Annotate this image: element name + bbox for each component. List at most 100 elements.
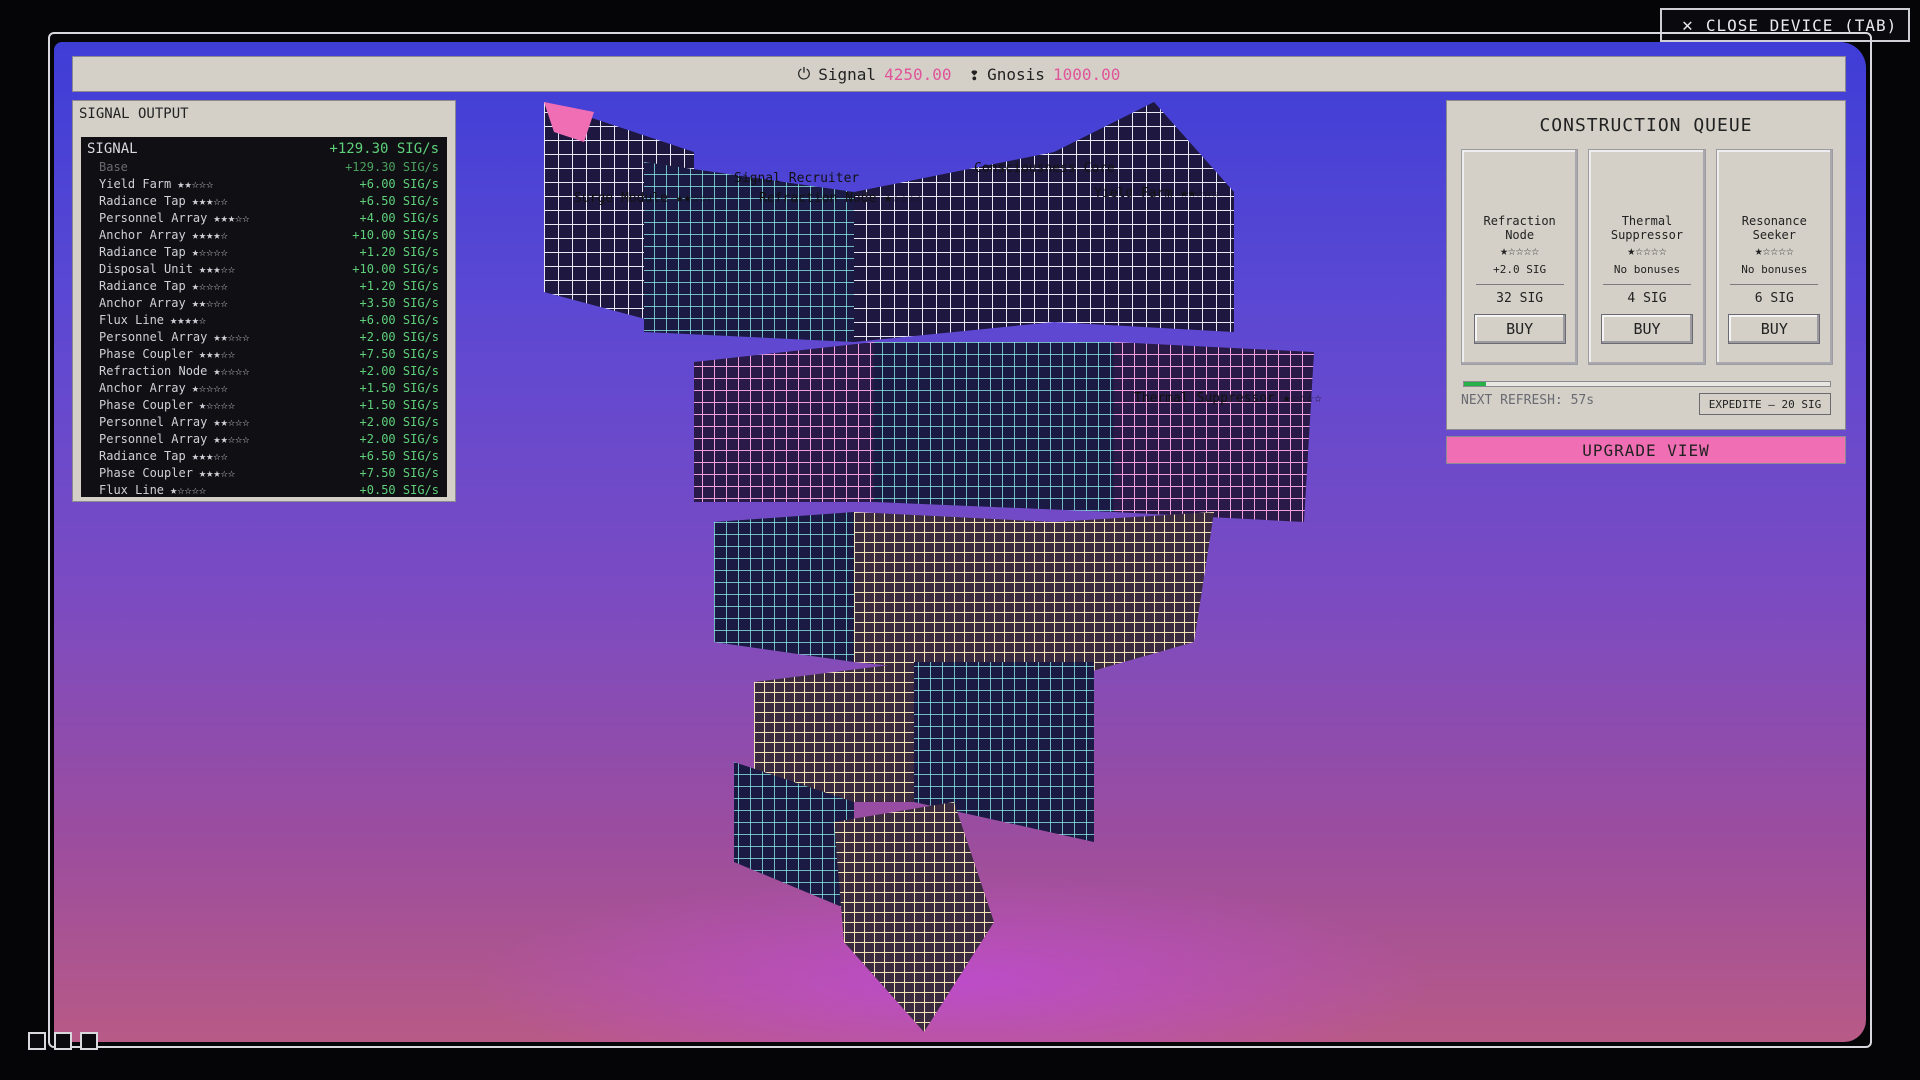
queue-card-stars: ★☆☆☆☆ (1754, 244, 1794, 259)
signal-row: Phase Coupler ★★★☆☆ +7.50 SIG/s (87, 346, 439, 363)
queue-card-stars: ★☆☆☆☆ (1627, 244, 1667, 259)
queue-card: Resonance Seeker ★☆☆☆☆ No bonuses 6 SIG BUY (1715, 149, 1833, 365)
label-refraction-node: Refraction Node ★☆☆☆☆ (759, 191, 924, 206)
signal-row: Radiance Tap ★★★☆☆ +6.50 SIG/s (87, 193, 439, 210)
signal-row: Radiance Tap ★★★☆☆ +6.50 SIG/s (87, 448, 439, 465)
signal-row-rate: +6.00 SIG/s (359, 177, 439, 191)
building-block[interactable] (694, 342, 874, 502)
signal-row-rate: +7.50 SIG/s (359, 347, 439, 361)
signal-row-rate: +1.20 SIG/s (359, 245, 439, 259)
window-taskbar (28, 1032, 98, 1050)
signal-row: Radiance Tap ★☆☆☆☆ +1.20 SIG/s (87, 244, 439, 261)
signal-row-name: Radiance Tap (99, 245, 186, 259)
gnosis-label: Gnosis (987, 64, 1045, 84)
buy-button[interactable]: BUY (1473, 314, 1566, 344)
signal-row: Disposal Unit ★★★☆☆ +10.00 SIG/s (87, 261, 439, 278)
upgrade-view-button[interactable]: UPGRADE VIEW (1446, 436, 1846, 464)
building-block[interactable] (1114, 342, 1314, 522)
signal-row-name: Radiance Tap (99, 279, 186, 293)
signal-row-rate: +1.50 SIG/s (359, 398, 439, 412)
queue-card-name-line2: Seeker (1752, 228, 1796, 242)
signal-row: Personnel Array ★★☆☆☆ +2.00 SIG/s (87, 329, 439, 346)
label-surge-module: Surge Module ★★☆☆☆ (574, 191, 715, 206)
signal-row-stars: ★★☆☆☆ (213, 432, 250, 446)
signal-header-label: SIGNAL (87, 141, 138, 157)
label-signal-recruiter: Signal Recruiter (734, 171, 859, 186)
signal-row-stars: ★☆☆☆☆ (213, 364, 250, 378)
signal-row-stars: ★★☆☆☆ (213, 330, 250, 344)
taskbar-window-2[interactable] (54, 1032, 72, 1050)
building-block[interactable] (644, 162, 854, 342)
building-block[interactable] (854, 512, 1054, 682)
building-block[interactable] (874, 342, 1114, 512)
taskbar-window-3[interactable] (80, 1032, 98, 1050)
building-block[interactable] (1054, 512, 1214, 682)
signal-row-name: Radiance Tap (99, 449, 186, 463)
gnosis-value: 1000.00 (1052, 64, 1121, 84)
expedite-button[interactable]: EXPEDITE — 20 SIG (1699, 393, 1831, 415)
signal-row-stars: ★★☆☆☆ (213, 415, 250, 429)
signal-row-rate: +10.00 SIG/s (352, 262, 439, 276)
signal-row-rate: +4.00 SIG/s (359, 211, 439, 225)
signal-row: Flux Line ★☆☆☆☆ +0.50 SIG/s (87, 482, 439, 497)
queue-card-name-line2: Node (1505, 228, 1535, 242)
queue-card-divider (1730, 284, 1819, 285)
signal-row-rate: +6.50 SIG/s (359, 194, 439, 208)
queue-card-stars: ★☆☆☆☆ (1500, 244, 1540, 259)
signal-row-name: Personnel Array (99, 211, 208, 225)
signal-value: 4250.00 (884, 64, 952, 84)
signal-row-name: Flux Line (99, 483, 165, 497)
signal-row-stars: ★★★★☆ (170, 313, 207, 327)
signal-row-stars: ★☆☆☆☆ (191, 245, 228, 259)
queue-card-cost: 32 SIG (1496, 291, 1544, 306)
signal-base-rate: +129.30 SIG/s (345, 160, 439, 174)
resource-bar: ⏻ Signal 4250.00 ❢ Gnosis 1000.00 (72, 56, 1846, 92)
signal-row-stars: ★☆☆☆☆ (191, 279, 228, 293)
queue-card-name-line2: Suppressor (1610, 228, 1684, 242)
gnosis-icon: ❢ (969, 64, 980, 84)
signal-output-title: SIGNAL OUTPUT (79, 106, 189, 122)
queue-card-name-line1: Resonance (1741, 214, 1807, 228)
signal-row-rate: +2.00 SIG/s (359, 432, 439, 446)
signal-base-row: Base +129.30 SIG/s (87, 159, 439, 176)
signal-row-name: Yield Farm (99, 177, 172, 191)
queue-card-name-line1: Thermal (1621, 214, 1673, 228)
signal-output-panel: SIGNAL OUTPUT SIGNAL +129.30 SIG/s Base … (72, 100, 456, 502)
signal-row-name: Disposal Unit (99, 262, 193, 276)
signal-row-name: Personnel Array (99, 330, 208, 344)
building-block[interactable] (714, 512, 854, 662)
signal-row-name: Anchor Array (99, 228, 186, 242)
queue-card-bonus: No bonuses (1613, 263, 1681, 276)
taskbar-window-1[interactable] (28, 1032, 46, 1050)
signal-output-list[interactable]: SIGNAL +129.30 SIG/s Base +129.30 SIG/s … (81, 137, 447, 497)
buy-button[interactable]: BUY (1600, 314, 1693, 344)
refresh-progress-bar (1463, 381, 1831, 387)
power-icon: ⏻ (797, 64, 811, 83)
signal-row-stars: ★★★☆☆ (213, 211, 250, 225)
building-block[interactable] (1054, 102, 1234, 332)
signal-row-rate: +6.50 SIG/s (359, 449, 439, 463)
signal-row: Anchor Array ★★★★☆ +10.00 SIG/s (87, 227, 439, 244)
signal-row: Phase Coupler ★☆☆☆☆ +1.50 SIG/s (87, 397, 439, 414)
refresh-progress-fill (1464, 382, 1486, 386)
building-block[interactable] (854, 152, 1054, 342)
signal-row-name: Flux Line (99, 313, 165, 327)
buy-button[interactable]: BUY (1728, 314, 1821, 344)
queue-card-divider (1475, 284, 1564, 285)
signal-row-name: Phase Coupler (99, 466, 193, 480)
signal-row-rate: +2.00 SIG/s (359, 330, 439, 344)
signal-row-stars: ★★★☆☆ (198, 347, 236, 361)
signal-row-name: Anchor Array (99, 381, 186, 395)
signal-row-name: Phase Coupler (99, 347, 193, 361)
signal-row-name: Refraction Node (99, 364, 208, 378)
signal-row-name: Phase Coupler (99, 398, 193, 412)
signal-row-stars: ★★★☆☆ (191, 194, 228, 208)
next-refresh-text: NEXT REFRESH: 57s (1461, 393, 1595, 408)
signal-row: Phase Coupler ★★★☆☆ +7.50 SIG/s (87, 465, 439, 482)
signal-row: Radiance Tap ★☆☆☆☆ +1.20 SIG/s (87, 278, 439, 295)
signal-row: Personnel Array ★★☆☆☆ +2.00 SIG/s (87, 431, 439, 448)
construction-queue-panel: CONSTRUCTION QUEUE Refraction Node ★☆☆☆☆ +2… (1446, 100, 1846, 430)
label-yield-farm: Yield Farm ★★☆☆☆ (1094, 186, 1219, 201)
signal-row-rate: +2.00 SIG/s (359, 364, 439, 378)
signal-row: Anchor Array ★★☆☆☆ +3.50 SIG/s (87, 295, 439, 312)
